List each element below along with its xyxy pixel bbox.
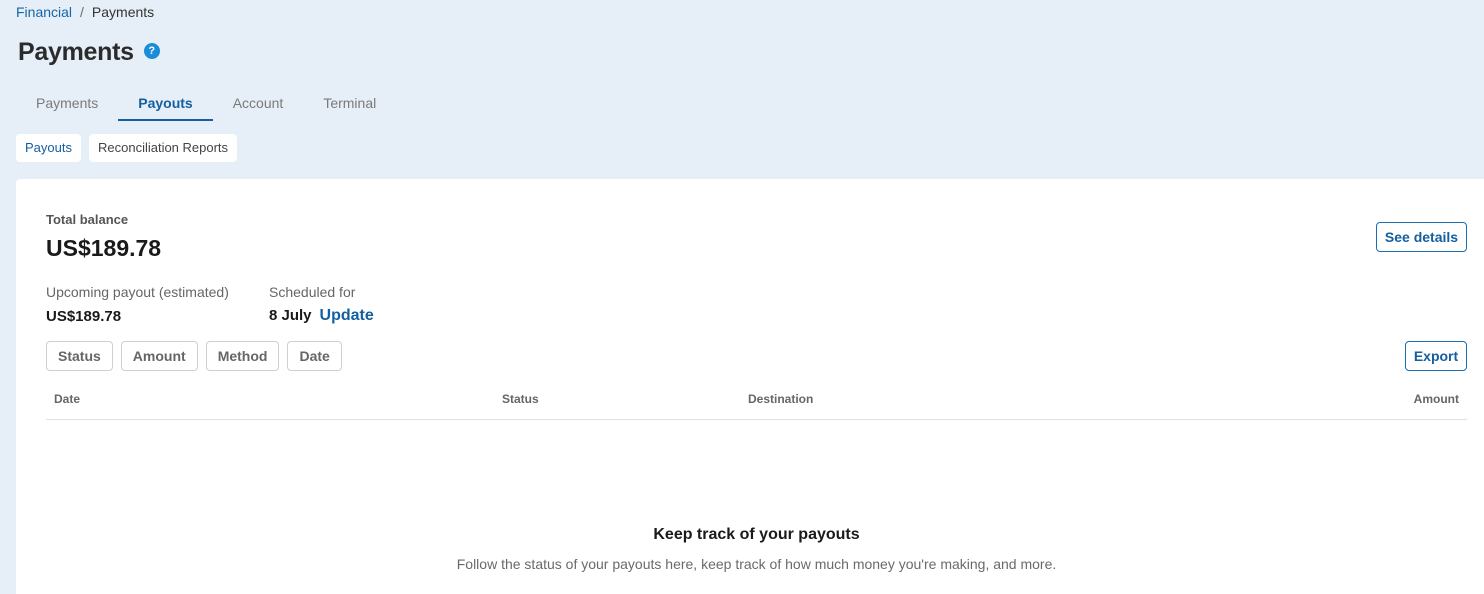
subtab-payouts[interactable]: Payouts: [16, 134, 81, 162]
tab-account[interactable]: Account: [213, 86, 304, 121]
empty-state-title: Keep track of your payouts: [653, 526, 860, 543]
upcoming-payout-label: Upcoming payout (estimated): [46, 284, 229, 300]
tab-payments[interactable]: Payments: [16, 86, 118, 121]
filter-amount-button[interactable]: Amount: [120, 341, 198, 371]
help-icon[interactable]: ?: [143, 42, 160, 59]
update-link[interactable]: Update: [320, 307, 374, 325]
breadcrumb: Financial / Payments: [16, 4, 154, 20]
breadcrumb-financial-link[interactable]: Financial: [16, 4, 72, 20]
see-details-button[interactable]: See details: [1376, 222, 1467, 252]
tab-payouts[interactable]: Payouts: [118, 86, 214, 121]
total-balance-label: Total balance: [46, 212, 129, 227]
scheduled-date: 8 July: [269, 307, 312, 324]
breadcrumb-separator: /: [80, 4, 84, 20]
upcoming-payout-value: US$189.78: [46, 308, 122, 325]
scheduled-for-label: Scheduled for: [269, 284, 356, 300]
filter-date-button[interactable]: Date: [287, 341, 342, 371]
payouts-card: Total balance US$189.78 See details Upco…: [16, 179, 1484, 594]
payouts-table-header: Date Status Destination Amount: [46, 391, 1467, 420]
column-header-date[interactable]: Date: [54, 392, 80, 406]
column-header-amount[interactable]: Amount: [1414, 392, 1459, 406]
subtab-reconciliation-reports[interactable]: Reconciliation Reports: [88, 134, 238, 162]
filter-method-button[interactable]: Method: [205, 341, 280, 371]
column-header-destination[interactable]: Destination: [748, 392, 813, 406]
main-tabs: Payments Payouts Account Terminal: [16, 86, 396, 121]
column-header-status[interactable]: Status: [502, 392, 539, 406]
breadcrumb-current: Payments: [91, 4, 155, 20]
page-header: Payments ?: [18, 38, 160, 67]
tab-terminal[interactable]: Terminal: [303, 86, 396, 121]
export-button[interactable]: Export: [1405, 341, 1467, 371]
scheduled-row: 8 July Update: [269, 307, 374, 325]
sub-tabs: Payouts Reconciliation Reports: [16, 134, 238, 162]
page-title: Payments: [18, 38, 134, 66]
filter-bar: Status Amount Method Date: [46, 341, 342, 371]
filter-status-button[interactable]: Status: [46, 341, 113, 371]
empty-state-description: Follow the status of your payouts here, …: [456, 556, 1057, 572]
total-balance-value: US$189.78: [46, 235, 162, 261]
